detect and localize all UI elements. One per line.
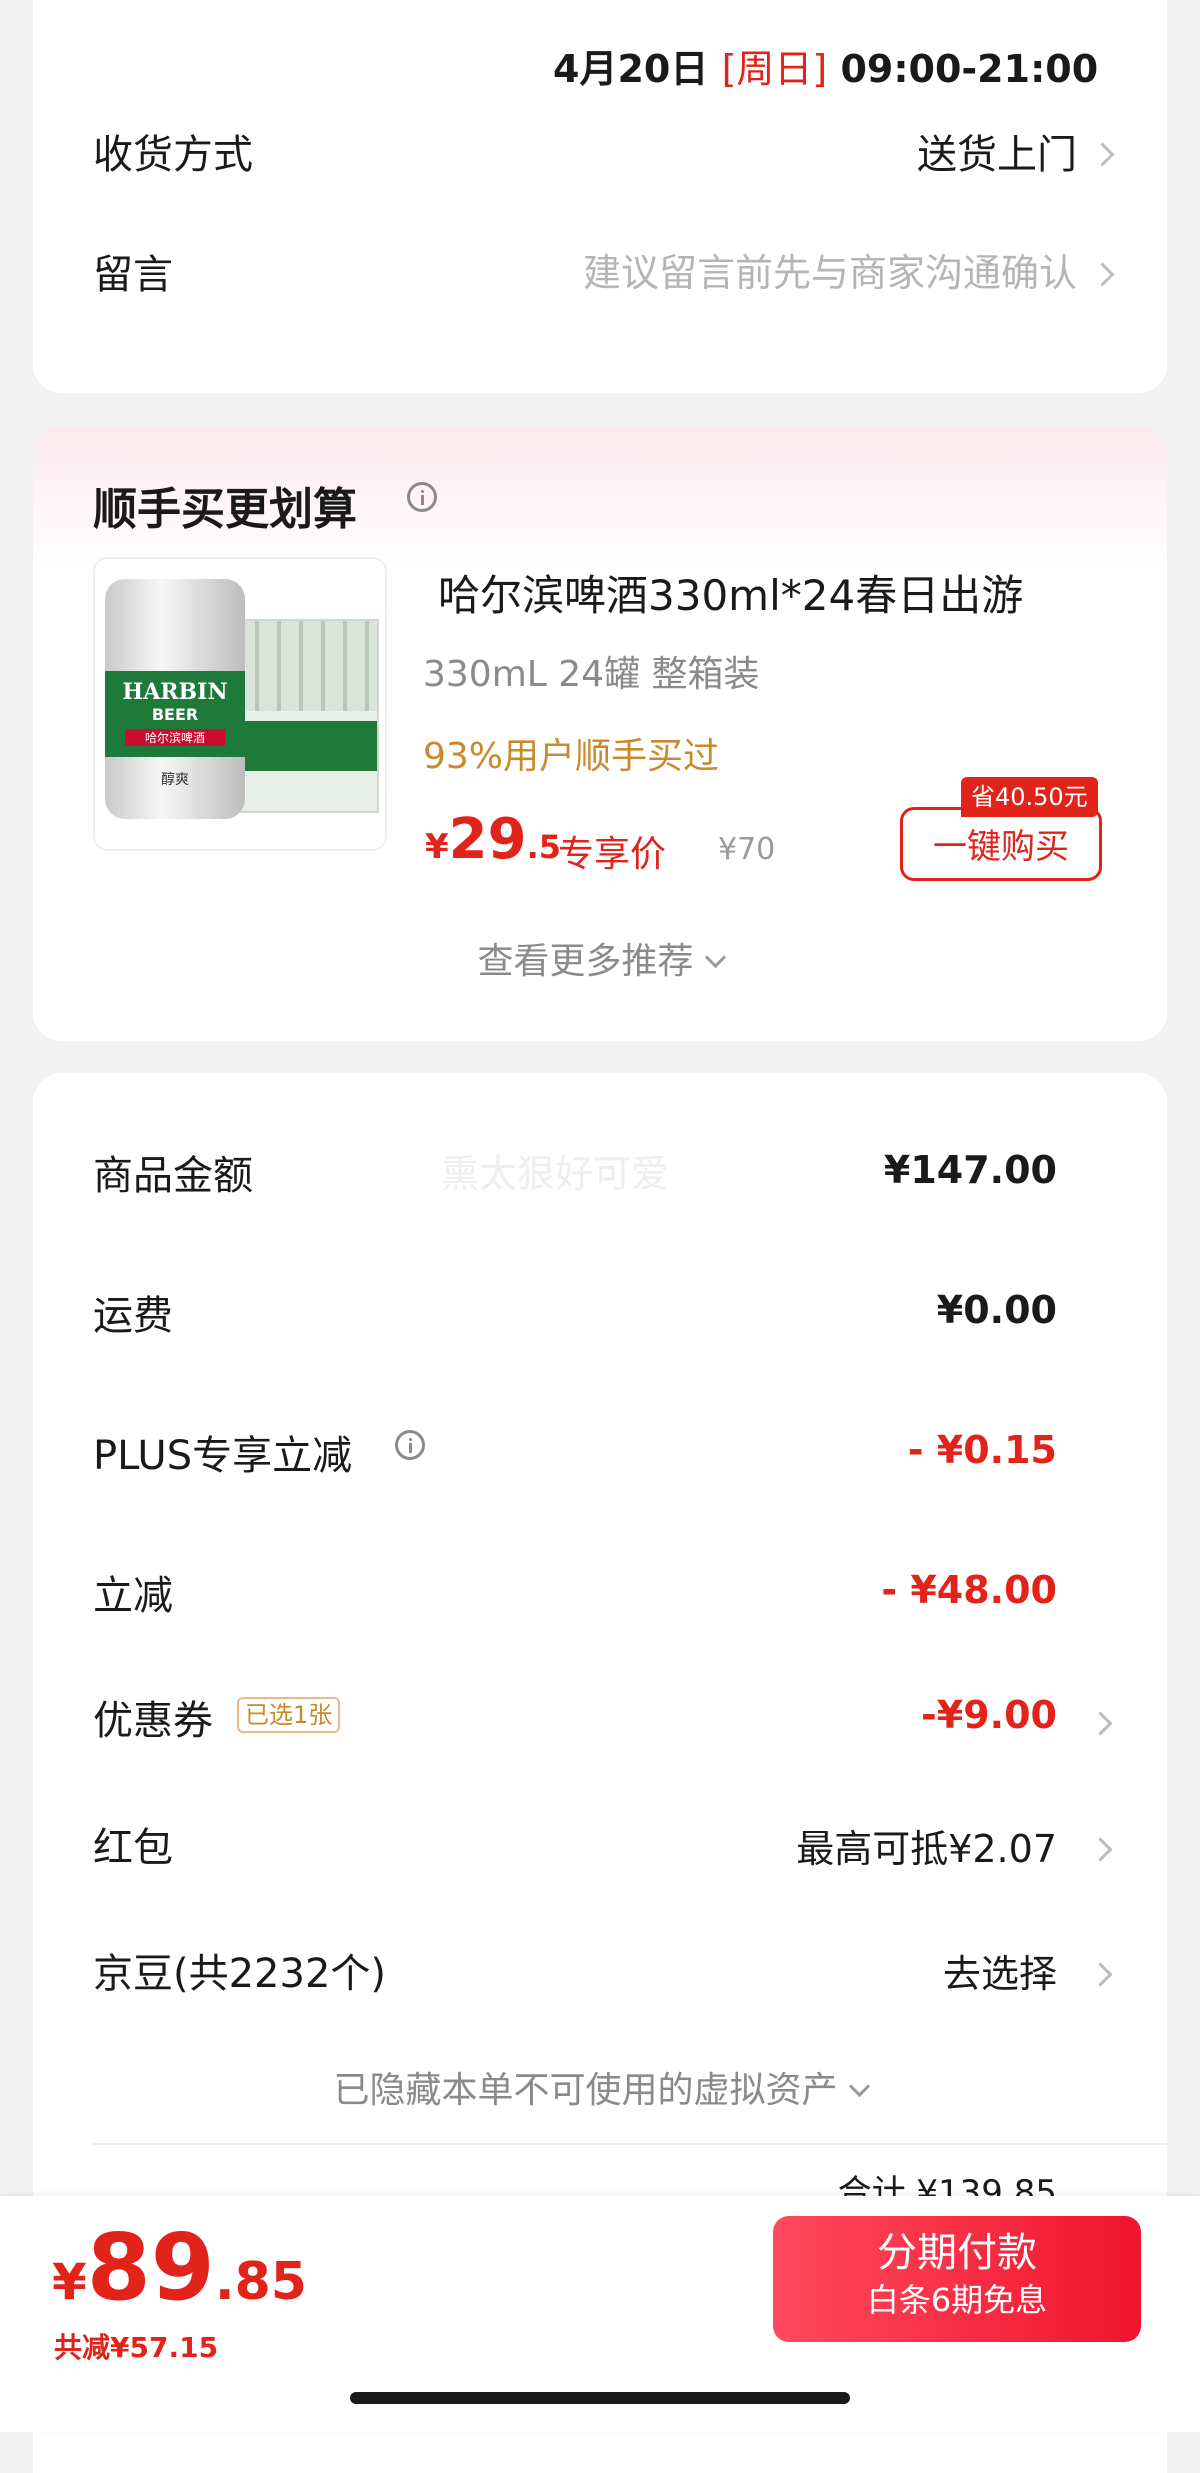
coupon-value: -¥9.00 [921, 1693, 1057, 1737]
final-price: ¥89.85 [52, 2214, 307, 2321]
can-text-harbin: HARBIN [122, 679, 228, 705]
price-integer: 29 [448, 807, 527, 872]
chevron-right-icon [1090, 262, 1115, 287]
price-decimal: .5 [526, 828, 562, 866]
message-input[interactable]: 建议留言前先与商家沟通确认 [583, 242, 1077, 297]
recommend-title: 顺手买更划算 [93, 484, 357, 535]
total-discount: 共减¥57.15 [54, 2331, 219, 2364]
can-text-taste: 醇爽 [161, 772, 189, 788]
product-spec: 330mL 24罐 整箱装 [423, 654, 760, 695]
save-badge: 省40.50元 [961, 777, 1098, 817]
red-packet-label: 红包 [93, 1825, 173, 1871]
can-text-beer: BEER [151, 705, 199, 724]
product-price: ¥29.5 [425, 807, 561, 872]
plus-discount-value: - ¥0.15 [907, 1428, 1057, 1472]
jingdou-value: 去选择 [942, 1952, 1057, 1996]
original-price: ¥70 [718, 832, 776, 867]
chevron-down-icon [848, 2075, 870, 2098]
instant-discount-value: - ¥48.00 [881, 1568, 1057, 1612]
one-click-buy-button[interactable]: 一键购买 [900, 807, 1102, 881]
coupon-label: 优惠券 [93, 1698, 213, 1744]
price-tag: 专享价 [558, 834, 667, 875]
chevron-right-icon [1088, 1962, 1113, 1987]
beer-case-graphic [235, 619, 379, 813]
delivery-date: 4月20日 [553, 47, 709, 91]
installment-pay-button[interactable]: 分期付款 白条6期免息 [773, 2216, 1141, 2342]
hidden-assets-label: 已隐藏本单不可使用的虚拟资产 [333, 2070, 838, 2111]
recommend-card: 顺手买更划算 HARBIN BEER 哈尔滨啤酒 醇爽 哈尔滨啤酒330ml*2… [33, 427, 1167, 1041]
home-indicator [350, 2392, 850, 2404]
info-icon[interactable] [407, 482, 437, 512]
delivery-time-range: 09:00-21:00 [840, 47, 1099, 91]
chevron-right-icon [1090, 142, 1115, 167]
goods-amount-label: 商品金额 [93, 1153, 253, 1199]
watermark: 熏太狠好可爱 [441, 1152, 670, 1196]
beer-can-graphic: HARBIN BEER 哈尔滨啤酒 醇爽 [105, 579, 245, 819]
product-image[interactable]: HARBIN BEER 哈尔滨啤酒 醇爽 [93, 557, 387, 851]
hidden-assets-toggle[interactable]: 已隐藏本单不可使用的虚拟资产 [33, 2061, 1167, 2113]
red-packet-value: 最高可抵¥2.07 [796, 1827, 1057, 1871]
shipping-fee-value: ¥0.00 [936, 1288, 1057, 1332]
pay-button-sub-label: 白条6期免息 [866, 2281, 1048, 2319]
checkout-bar: ¥89.85 共减¥57.15 分期付款 白条6期免息 [0, 2196, 1200, 2432]
more-recommend-link[interactable]: 查看更多推荐 [33, 932, 1167, 984]
social-proof-text: 93%用户顺手买过 [423, 736, 720, 777]
coupon-selected-badge: 已选1张 [237, 1697, 341, 1733]
final-price-decimal: .85 [214, 2252, 307, 2312]
can-text-brand: 哈尔滨啤酒 [125, 729, 225, 746]
jingdou-label: 京豆(共2232个) [93, 1951, 387, 1997]
product-title[interactable]: 哈尔滨啤酒330ml*24春日出游 [438, 562, 1023, 623]
final-price-symbol: ¥ [52, 2253, 87, 2311]
final-price-integer: 89 [86, 2214, 215, 2321]
chevron-right-icon [1088, 1837, 1113, 1862]
info-icon[interactable] [395, 1430, 425, 1460]
pay-button-main-label: 分期付款 [877, 2230, 1037, 2276]
message-label: 留言 [93, 252, 173, 298]
delivery-card: 4月20日 [周日] 09:00-21:00 收货方式 送货上门 留言 建议留言… [33, 0, 1167, 393]
goods-amount-value: ¥147.00 [883, 1148, 1057, 1192]
chevron-right-icon [1088, 1711, 1113, 1736]
delivery-weekday: [周日] [721, 47, 828, 91]
instant-discount-label: 立减 [93, 1573, 173, 1619]
shipping-fee-label: 运费 [93, 1293, 173, 1339]
more-recommend-label: 查看更多推荐 [477, 941, 694, 982]
delivery-method-value: 送货上门 [917, 132, 1077, 178]
price-symbol: ¥ [425, 827, 449, 867]
plus-discount-label: PLUS专享立减 [93, 1433, 353, 1479]
delivery-method-label: 收货方式 [93, 132, 253, 178]
divider [93, 2143, 1167, 2145]
delivery-time[interactable]: 4月20日 [周日] 09:00-21:00 [553, 38, 1098, 93]
chevron-down-icon [704, 946, 726, 969]
